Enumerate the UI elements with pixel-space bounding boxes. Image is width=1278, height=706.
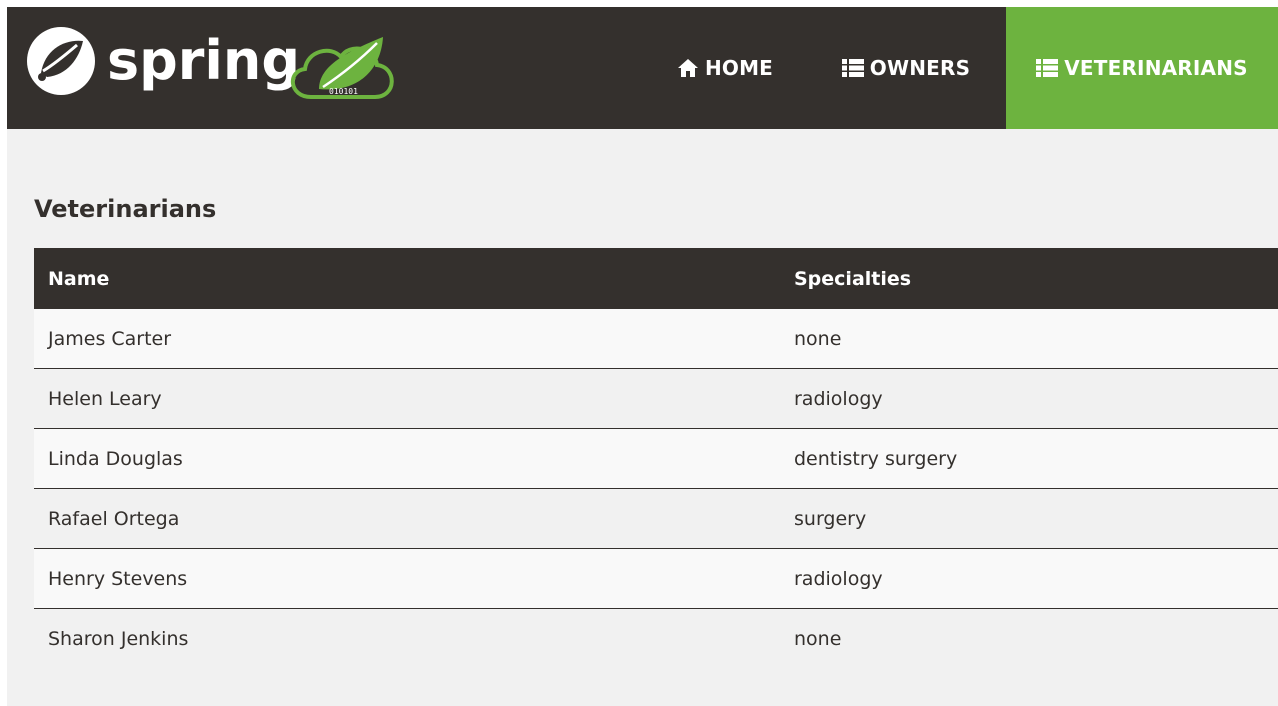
column-header-specialties: Specialties (780, 248, 1278, 309)
vet-name-cell: Sharon Jenkins (34, 608, 780, 668)
table-row: Sharon Jenkins none (34, 608, 1278, 668)
list-icon (841, 59, 864, 77)
nav-veterinarians-label: VETERINARIANS (1064, 56, 1248, 80)
nav-owners-label: OWNERS (869, 56, 971, 80)
page-title: Veterinarians (34, 195, 217, 223)
table-row: Henry Stevens radiology (34, 548, 1278, 609)
list-icon (1036, 59, 1059, 77)
column-header-name: Name (34, 248, 780, 309)
table-row: Helen Leary radiology (34, 368, 1278, 429)
vet-name-cell: Henry Stevens (34, 548, 780, 609)
spring-wordmark: spring (107, 29, 300, 92)
vet-name-cell: Rafael Ortega (34, 488, 780, 549)
vet-specialties-cell: dentistry surgery (780, 428, 1278, 489)
vet-name-cell: Linda Douglas (34, 428, 780, 489)
nav-owners[interactable]: OWNERS (833, 7, 979, 129)
spring-logo: spring 010101 (27, 27, 394, 99)
table-row: James Carter none (34, 309, 1278, 369)
vet-specialties-cell: radiology (780, 368, 1278, 429)
vet-specialties-cell: none (780, 309, 1278, 369)
spring-logo-link[interactable]: spring 010101 (19, 21, 399, 101)
home-icon (677, 58, 699, 78)
vet-name-cell: Helen Leary (34, 368, 780, 429)
table-row: Rafael Ortega surgery (34, 488, 1278, 549)
table-row: Linda Douglas dentistry surgery (34, 428, 1278, 489)
table-header-row: Name Specialties (34, 248, 1278, 309)
nav-home-label: HOME (704, 56, 774, 80)
spring-power-icon (27, 27, 95, 95)
vet-specialties-cell: none (780, 608, 1278, 668)
vet-specialties-cell: surgery (780, 488, 1278, 549)
nav-veterinarians[interactable]: VETERINARIANS (1006, 7, 1278, 129)
nav-home[interactable]: HOME (667, 7, 783, 129)
vet-specialties-cell: radiology (780, 548, 1278, 609)
navbar: spring 010101 HOME OWNERS VETERINARIANS (7, 7, 1278, 129)
cloud-binary-text: 010101 (329, 87, 358, 96)
cloud-leaf-icon: 010101 (290, 37, 394, 99)
veterinarians-table: Name Specialties James Carter none Helen… (34, 248, 1278, 668)
vet-name-cell: James Carter (34, 309, 780, 369)
page-frame: spring 010101 HOME OWNERS VETERINARIANS … (7, 7, 1278, 706)
